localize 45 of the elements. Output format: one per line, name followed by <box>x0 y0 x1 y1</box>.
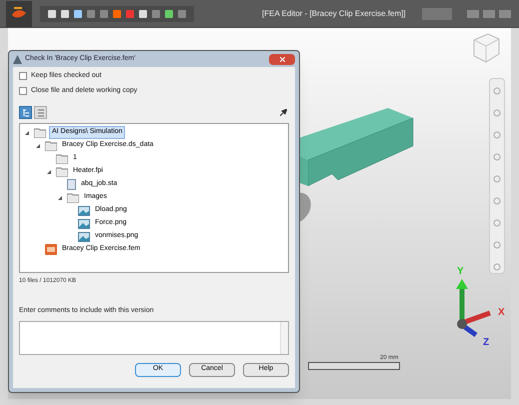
search-box[interactable] <box>422 8 452 20</box>
scrollbar[interactable] <box>280 322 288 354</box>
navigation-tool-icon[interactable] <box>493 263 501 271</box>
image-file-icon <box>78 232 90 242</box>
window-control-button[interactable] <box>467 10 479 18</box>
list-view-button[interactable] <box>34 106 47 119</box>
window-control-button[interactable] <box>499 10 511 18</box>
navigation-tool-icon[interactable] <box>493 153 501 161</box>
list-icon <box>36 108 44 116</box>
folder-icon <box>56 166 68 176</box>
document-icon <box>67 179 76 190</box>
navigation-tool-icon[interactable] <box>493 175 501 183</box>
navigation-tool-icon[interactable] <box>493 241 501 249</box>
view-cube-icon[interactable] <box>471 32 501 64</box>
folder-icon <box>34 128 46 138</box>
comment-field[interactable] <box>19 320 289 354</box>
axis-label: Z <box>483 336 490 350</box>
folder-icon <box>67 192 79 202</box>
model-file-icon <box>45 244 57 255</box>
image-file-icon <box>78 218 90 228</box>
vault-icon <box>13 54 22 64</box>
folder-icon <box>45 140 57 150</box>
window-control-button[interactable] <box>483 10 495 18</box>
axis-label: X <box>498 306 505 320</box>
close-icon <box>280 56 284 62</box>
checkbox[interactable] <box>19 72 27 80</box>
navigation-tool-icon[interactable] <box>493 219 501 227</box>
tree-view-button[interactable] <box>19 106 32 119</box>
navigation-tool-icon[interactable] <box>493 131 501 139</box>
expander-icon[interactable] <box>46 168 53 174</box>
pin-icon[interactable] <box>280 109 287 116</box>
navigation-tool-icon[interactable] <box>493 197 501 205</box>
image-file-icon <box>78 206 90 216</box>
navigation-tool-icon[interactable] <box>493 87 501 95</box>
axis-label: Y <box>457 265 464 279</box>
expander-icon[interactable] <box>24 130 31 136</box>
window-title: [FEA Editor - [Bracey Clip Exercise.fem]] <box>262 8 406 20</box>
checkbox[interactable] <box>19 86 27 95</box>
folder-icon <box>56 154 68 164</box>
navigation-tool-icon[interactable] <box>493 109 501 117</box>
expander-icon[interactable] <box>57 194 64 200</box>
app-menu-button[interactable] <box>6 0 32 26</box>
expander-icon[interactable] <box>35 142 42 148</box>
tree-icon <box>22 108 30 116</box>
close-button[interactable] <box>269 54 295 64</box>
